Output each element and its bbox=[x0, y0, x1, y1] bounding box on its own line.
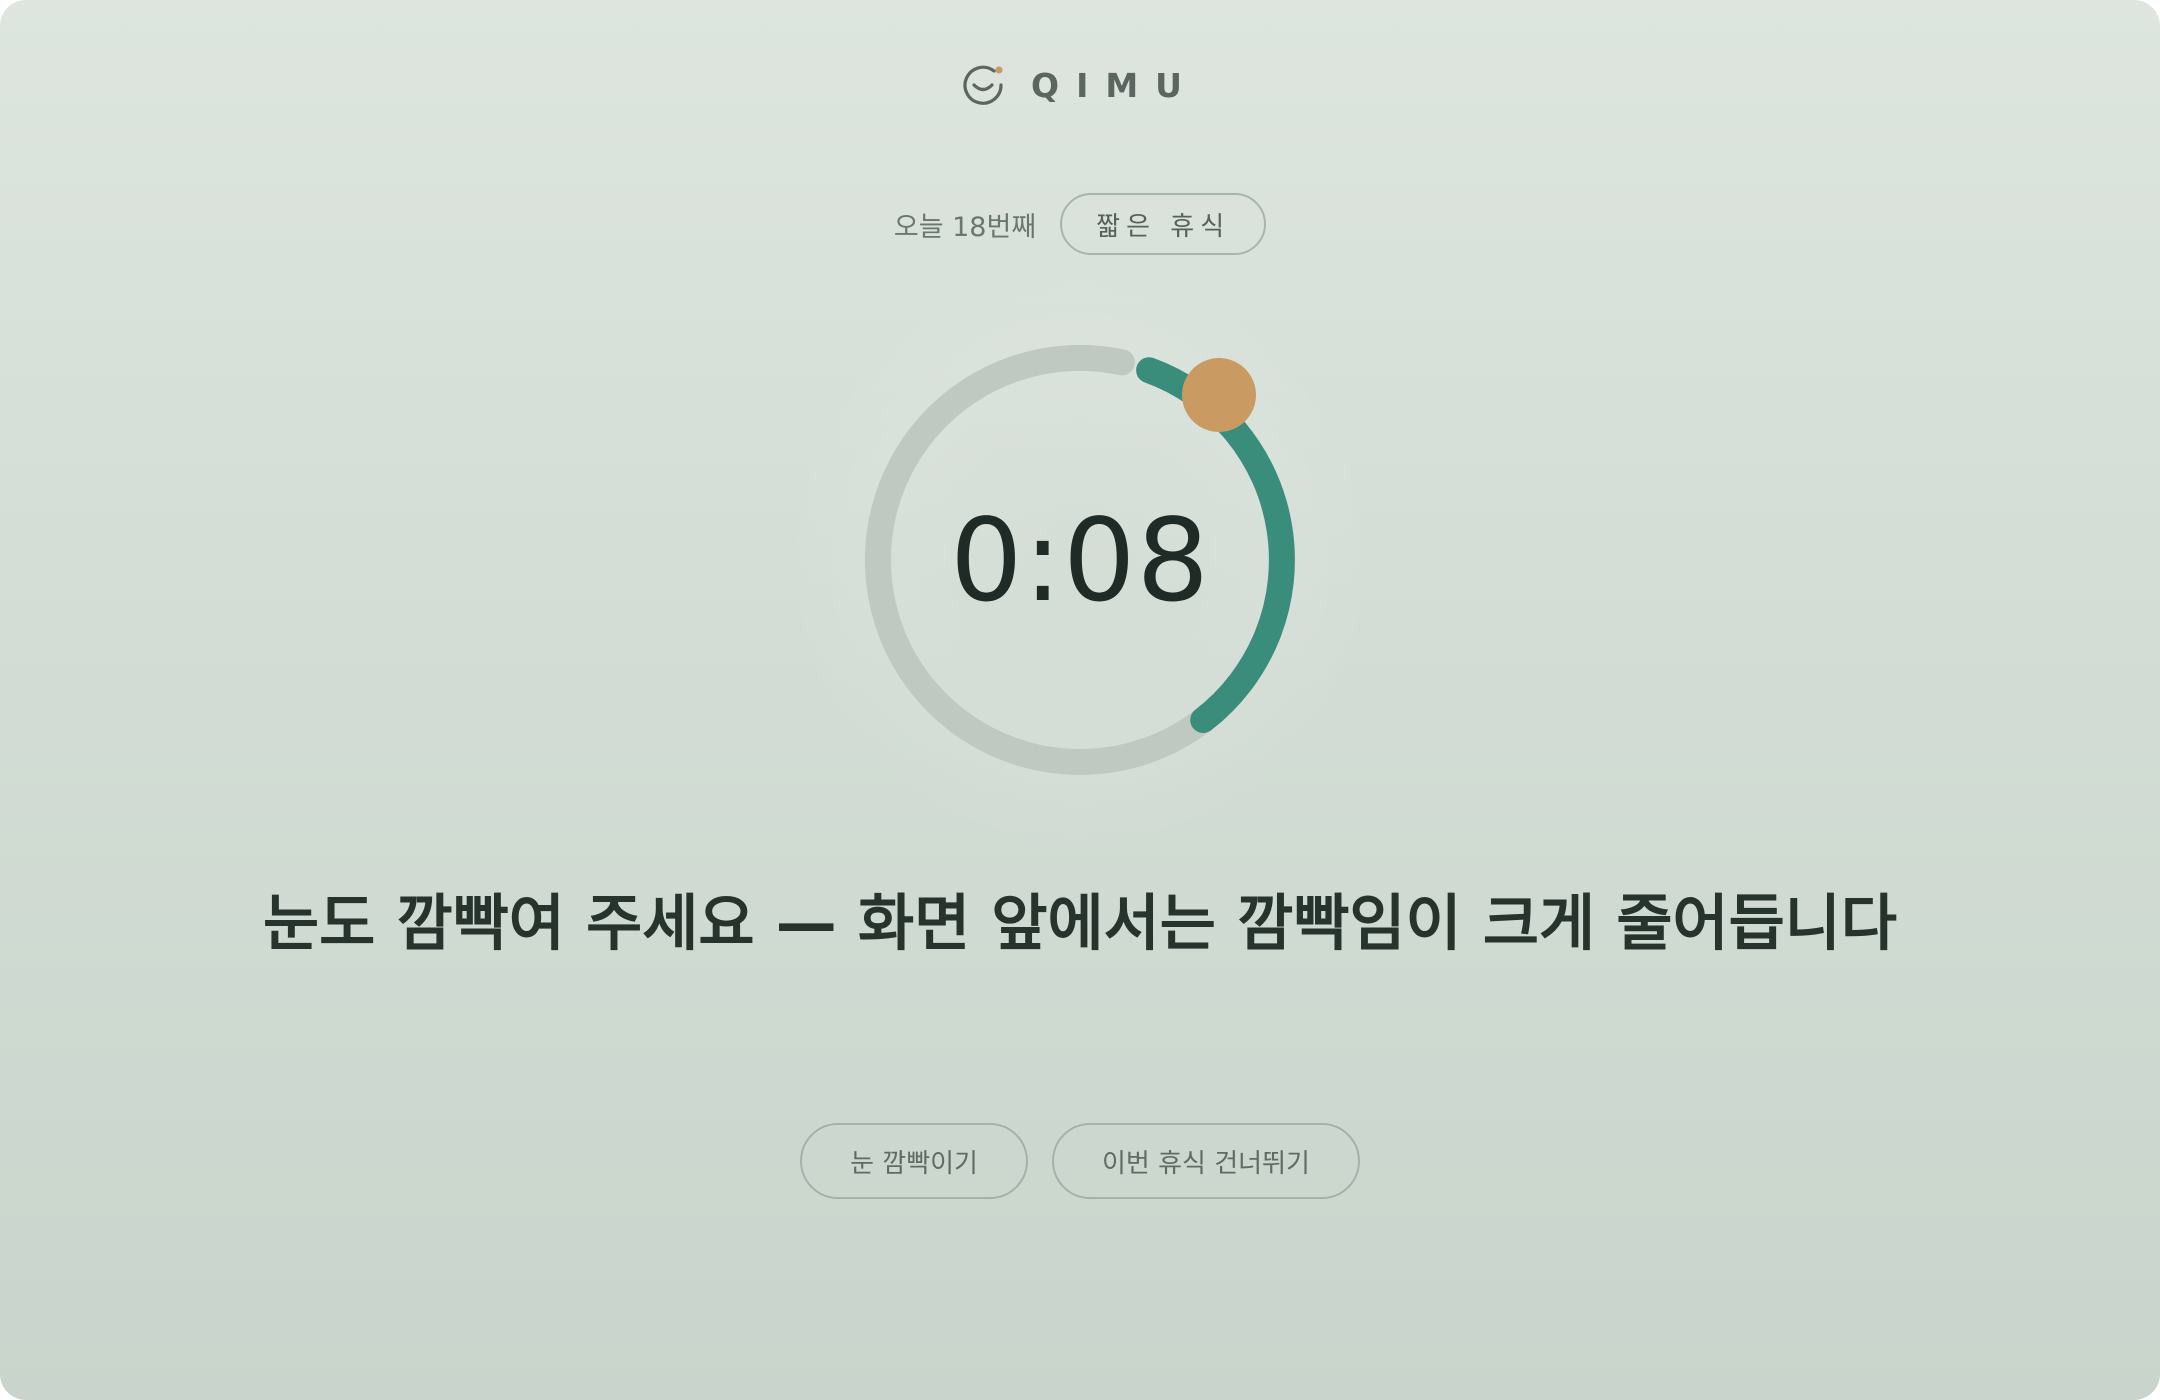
timer-marker bbox=[1182, 358, 1256, 432]
break-message: 눈도 깜빡여 주세요 — 화면 앞에서는 깜빡임이 크게 줄어듭니다 bbox=[263, 887, 1897, 959]
break-window: QIMU 오늘 18번째 짧은 휴식 0:08 눈도 깜빡여 주세요 — 화면 … bbox=[0, 0, 2160, 1400]
timer-display: 0:08 bbox=[950, 493, 1210, 627]
blink-button[interactable]: 눈 깜빡이기 bbox=[800, 1123, 1028, 1199]
skip-break-button[interactable]: 이번 휴식 건너뛰기 bbox=[1051, 1123, 1360, 1199]
actions-row: 눈 깜빡이기 이번 휴식 건너뛰기 bbox=[0, 1122, 2160, 1200]
